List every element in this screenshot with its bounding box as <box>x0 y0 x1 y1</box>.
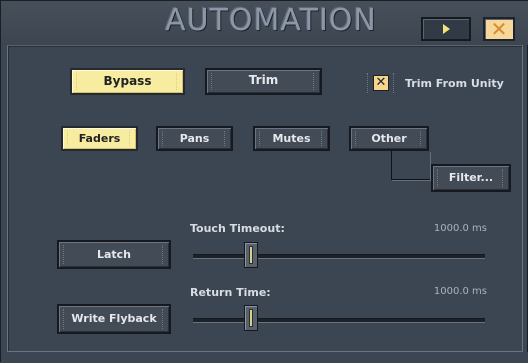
return-time-slider-thumb[interactable] <box>244 305 258 331</box>
mutes-button-label: Mutes <box>272 132 311 145</box>
return-time-slider-track[interactable] <box>193 318 485 323</box>
return-time-value: 1000.0 ms <box>433 286 487 297</box>
trim-from-unity-label: Trim From Unity <box>405 77 504 90</box>
title-bar: AUTOMATION ✕ <box>1 1 528 45</box>
return-time-label: Return Time: <box>190 286 271 299</box>
trim-from-unity-checkbox[interactable]: ✕ <box>373 75 389 91</box>
checkmark-icon: ✕ <box>375 75 387 90</box>
slider-grip <box>249 309 253 327</box>
filter-connector-line <box>391 151 430 180</box>
write-flyback-button-label: Write Flyback <box>71 312 157 325</box>
other-button[interactable]: Other <box>349 126 429 151</box>
pans-button[interactable]: Pans <box>156 126 233 151</box>
play-icon <box>443 24 450 34</box>
write-flyback-button[interactable]: Write Flyback <box>57 304 171 334</box>
bypass-button-label: Bypass <box>103 74 152 88</box>
checkbox-left-grip <box>367 73 370 93</box>
bypass-button[interactable]: Bypass <box>70 68 185 95</box>
window-title: AUTOMATION <box>165 3 377 38</box>
slider-grip <box>249 246 253 264</box>
latch-button[interactable]: Latch <box>57 240 171 269</box>
other-button-label: Other <box>371 132 407 145</box>
touch-timeout-slider-thumb[interactable] <box>244 242 258 268</box>
trim-button-label: Trim <box>248 73 279 87</box>
faders-button-label: Faders <box>78 132 121 145</box>
touch-timeout-label: Touch Timeout: <box>190 222 285 235</box>
close-icon: ✕ <box>490 17 508 41</box>
latch-button-label: Latch <box>96 248 132 261</box>
touch-timeout-value: 1000.0 ms <box>433 223 487 234</box>
mutes-button[interactable]: Mutes <box>253 126 330 151</box>
trim-button[interactable]: Trim <box>205 68 322 95</box>
filter-button-label: Filter... <box>448 171 494 184</box>
play-button[interactable] <box>421 17 471 41</box>
automation-window: AUTOMATION ✕ Bypass Trim ✕ Trim From Uni… <box>0 0 528 363</box>
filter-button[interactable]: Filter... <box>431 164 511 192</box>
bottom-edge <box>1 352 528 363</box>
pans-button-label: Pans <box>179 132 210 145</box>
checkbox-right-grip <box>393 73 396 93</box>
close-button[interactable]: ✕ <box>483 17 515 41</box>
faders-button[interactable]: Faders <box>61 126 138 151</box>
touch-timeout-slider-track[interactable] <box>193 254 485 259</box>
